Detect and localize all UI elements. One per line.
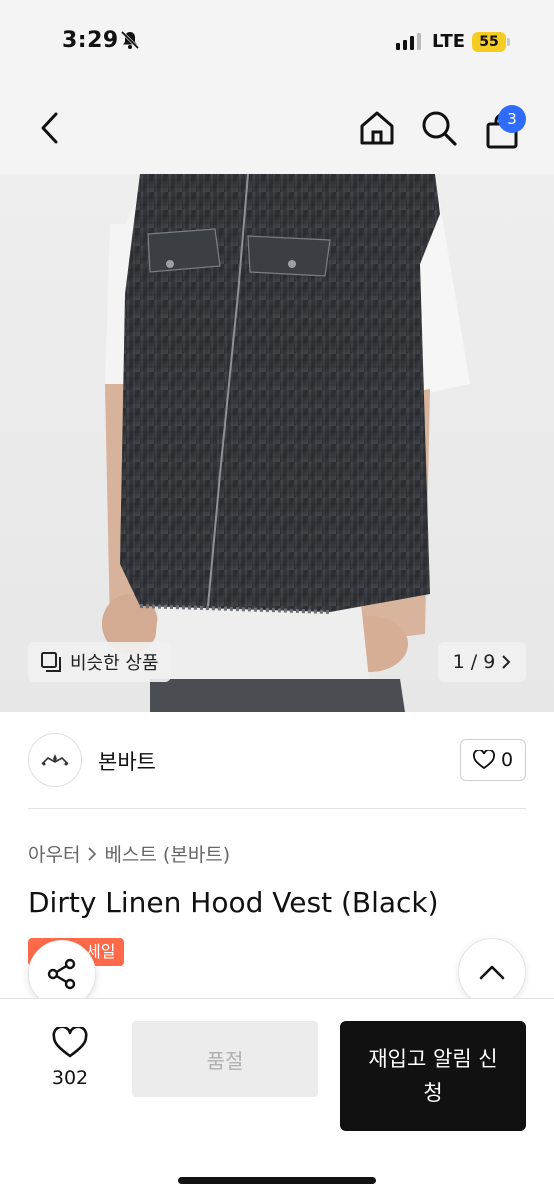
battery-icon: 55: [472, 32, 506, 52]
share-icon: [47, 958, 76, 990]
wishlist-count: 302: [51, 1067, 89, 1089]
home-icon: [360, 111, 394, 145]
sold-out-button: 품절: [132, 1021, 318, 1097]
network-label: LTE: [432, 31, 466, 52]
product-photo: [102, 174, 470, 712]
nav-bar: [0, 84, 554, 174]
search-button[interactable]: [418, 106, 460, 150]
brand-like-count: 0: [500, 749, 514, 771]
chevron-right-icon: [502, 655, 511, 669]
breadcrumb-subcategory[interactable]: 베스트 (본바트): [104, 840, 230, 867]
scroll-top-button[interactable]: [458, 938, 526, 1006]
product-image[interactable]: 비슷한 상품 1 / 9: [0, 174, 554, 712]
wishlist-button[interactable]: 302: [40, 1025, 100, 1089]
divider: [28, 808, 526, 809]
clock: 3:29: [62, 28, 119, 53]
home-indicator[interactable]: [178, 1177, 376, 1184]
battery-cap: [507, 38, 510, 46]
back-button[interactable]: [30, 108, 70, 148]
search-icon: [422, 111, 457, 146]
home-button[interactable]: [356, 106, 398, 150]
similar-products-label: 비슷한 상품: [70, 653, 159, 674]
heart-icon: [473, 750, 495, 770]
brand-name[interactable]: 본바트: [98, 746, 156, 776]
brand-crown-logo-icon: [41, 754, 69, 766]
chevron-up-icon: [479, 965, 505, 980]
similar-products-button[interactable]: 비슷한 상품: [28, 642, 171, 682]
bell-muted-icon: [120, 30, 140, 50]
signal-icon: [396, 33, 421, 50]
chevron-left-icon: [41, 112, 58, 144]
restock-notify-button[interactable]: 재입고 알림 신청: [340, 1021, 526, 1131]
heart-icon: [52, 1025, 88, 1058]
brand-like-button[interactable]: 0: [460, 739, 526, 781]
status-bar: 3:29 LTE 55: [0, 0, 554, 84]
similar-items-icon: [41, 652, 61, 672]
brand-logo[interactable]: [28, 733, 82, 787]
cart-count-badge: 3: [498, 105, 526, 133]
brand-row[interactable]: 본바트 0: [0, 712, 554, 810]
image-page-indicator[interactable]: 1 / 9: [438, 642, 526, 682]
breadcrumb: 아우터 베스트 (본바트): [28, 840, 230, 867]
bottom-action-bar: 302 품절 재입고 알림 신청: [0, 998, 554, 1200]
breadcrumb-category[interactable]: 아우터: [28, 840, 80, 867]
page-indicator-label: 1 / 9: [452, 651, 496, 673]
product-title: Dirty Linen Hood Vest (Black): [28, 886, 439, 919]
chevron-right-icon: [88, 846, 97, 861]
